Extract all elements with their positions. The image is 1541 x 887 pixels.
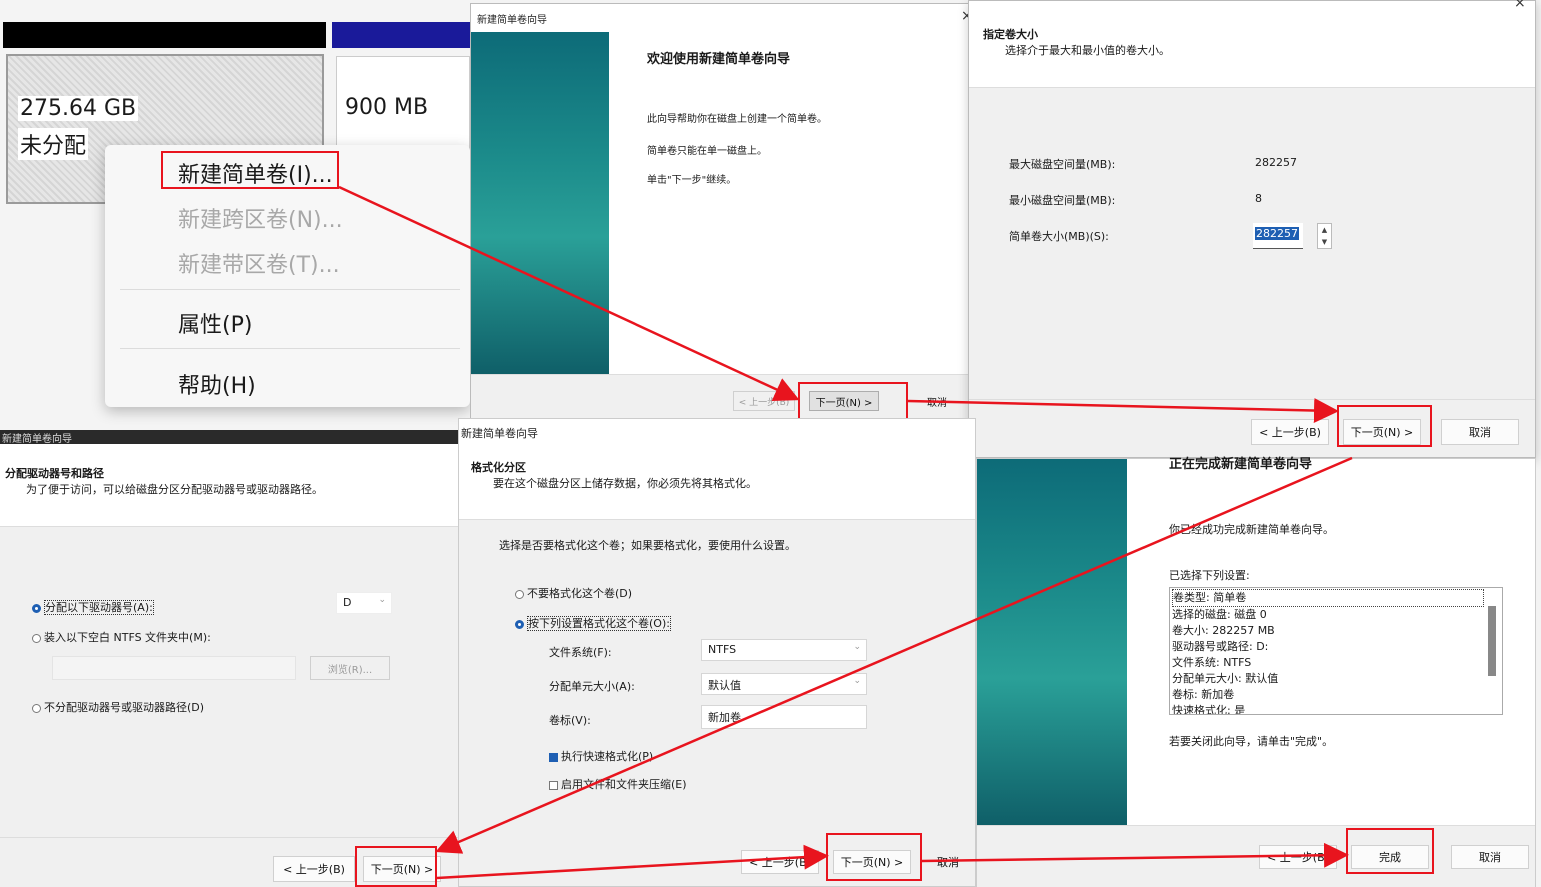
arrow-format-to-finish (921, 842, 1349, 868)
arrow-menu-to-welcome-next (338, 185, 800, 401)
arrow-welcome-to-size-next (907, 398, 1339, 424)
arrow-drive-to-format-next (436, 844, 829, 880)
annotation-arrows (338, 185, 1353, 880)
arrow-size-to-drive-next (435, 456, 1353, 854)
